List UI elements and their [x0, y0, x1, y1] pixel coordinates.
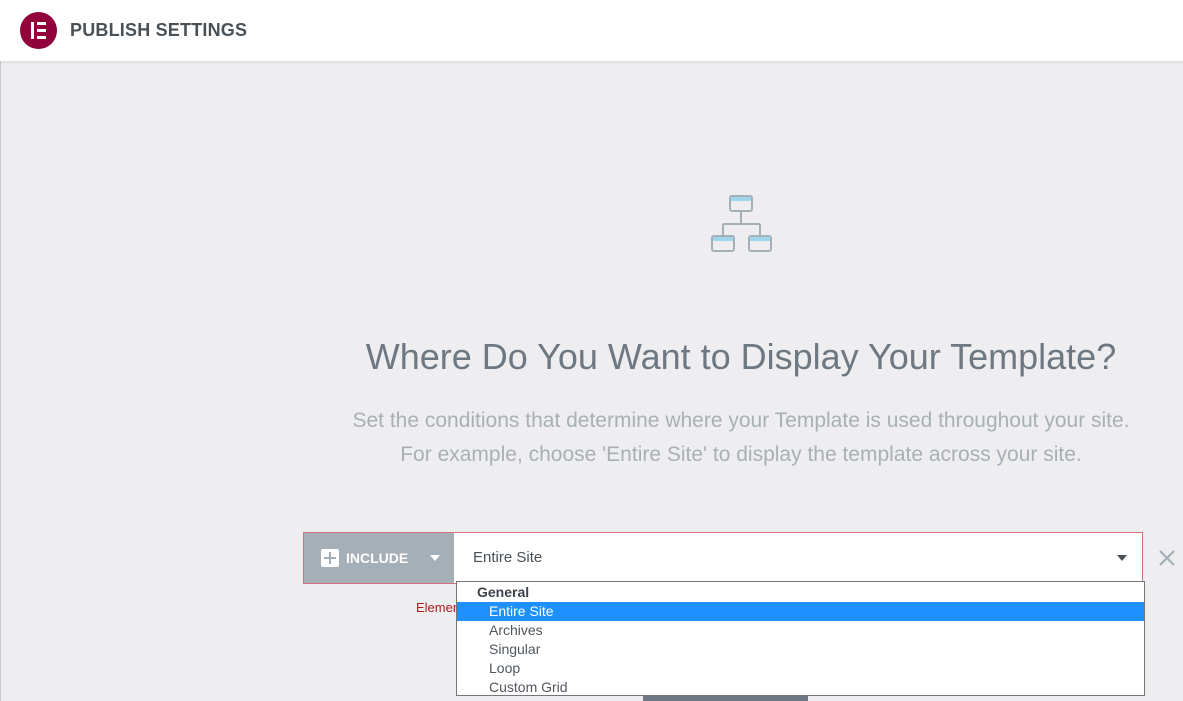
condition-dropdown-list: General Entire Site Archives Singular Lo…	[456, 581, 1145, 696]
include-label: INCLUDE	[346, 550, 409, 566]
description-line-1: Set the conditions that determine where …	[352, 409, 1130, 432]
close-icon[interactable]	[1158, 549, 1176, 572]
description-line-2: For example, choose 'Entire Site' to dis…	[400, 443, 1082, 466]
top-header: PUBLISH SETTINGS	[0, 0, 1183, 61]
option-singular[interactable]: Singular	[457, 640, 1144, 659]
conditions-heading: Where Do You Want to Display Your Templa…	[365, 336, 1117, 377]
conditions-description: Set the conditions that determine where …	[300, 404, 1182, 472]
elementor-logo-icon	[20, 12, 57, 49]
sitemap-icon	[708, 193, 776, 260]
panel-divider	[0, 61, 1, 701]
condition-row: INCLUDE Entire Site	[303, 532, 1143, 584]
plus-square-icon	[321, 549, 339, 567]
option-custom-grid[interactable]: Custom Grid	[457, 678, 1144, 697]
condition-select[interactable]: Entire Site	[454, 533, 1142, 583]
caret-down-icon	[1117, 555, 1127, 561]
option-entire-site[interactable]: Entire Site	[457, 602, 1144, 621]
option-archives[interactable]: Archives	[457, 621, 1144, 640]
condition-error-message: Elemen	[416, 600, 461, 615]
page-title: PUBLISH SETTINGS	[70, 20, 248, 40]
include-type-select[interactable]: INCLUDE	[304, 533, 454, 583]
caret-down-icon	[430, 555, 440, 561]
option-loop[interactable]: Loop	[457, 659, 1144, 678]
condition-select-value: Entire Site	[473, 549, 543, 566]
option-group-general: General	[477, 584, 530, 600]
